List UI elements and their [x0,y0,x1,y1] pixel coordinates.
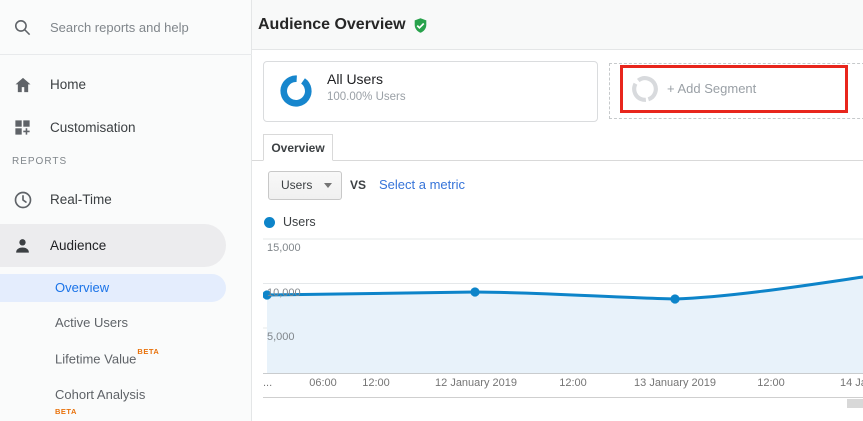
sidebar-item-customisation[interactable]: Customisation [0,107,252,149]
panel-divider [263,397,863,398]
sidebar: Search reports and help Home Customisati… [0,0,252,421]
sidebar-item-label: Active Users [55,315,128,330]
chevron-down-icon [324,183,332,188]
sidebar-item-label: Customisation [50,107,136,149]
search-input[interactable]: Search reports and help [0,0,252,55]
data-point-marker [670,294,679,303]
legend-label: Users [283,215,316,229]
tab-overview[interactable]: Overview [263,134,333,161]
clock-icon [13,190,33,210]
sidebar-item-cohort-analysis[interactable]: Cohort Analysis BETA [55,387,145,417]
home-icon [13,75,33,95]
sidebar-item-active-users[interactable]: Active Users [55,315,128,330]
sidebar-item-label: Cohort Analysis [55,387,145,402]
x-axis-label: ... [263,377,272,389]
page-title: Audience Overview [258,0,406,50]
y-axis-label: 15,000 [267,242,301,254]
chart-plot[interactable] [263,235,863,375]
customisation-icon [13,118,33,138]
analytics-app: Search reports and help Home Customisati… [0,0,863,421]
x-axis-label: 06:00 [309,377,337,389]
scrollbar-thumb[interactable] [847,399,863,408]
y-axis-label: 5,000 [267,331,295,343]
segment-donut-icon [279,74,313,113]
tab-divider [252,160,863,161]
x-axis-label: 13 January 2019 [634,377,716,389]
search-placeholder: Search reports and help [50,0,189,55]
search-icon [13,18,33,38]
legend-dot-users [264,217,275,228]
beta-badge: BETA [55,407,77,416]
x-axis-label: 12:00 [362,377,390,389]
y-axis-label: 10,000 [267,287,301,299]
segment-title: All Users [327,71,383,87]
segment-subtitle: 100.00% Users [327,91,406,103]
sidebar-item-label: Overview [55,274,109,302]
reports-section-label: REPORTS [12,156,67,167]
all-users-segment-card[interactable] [263,61,598,122]
vs-label: vs [350,178,366,192]
sidebar-item-home[interactable]: Home [0,64,252,106]
select-a-metric-link[interactable]: Select a metric [379,177,465,192]
sidebar-item-overview[interactable]: Overview [0,274,226,302]
x-axis-label: 12:00 [757,377,785,389]
x-axis-label: 12 January 2019 [435,377,517,389]
beta-badge: BETA [137,347,159,356]
metric-dropdown-value: Users [281,172,312,199]
annotation-highlight-box [620,65,848,113]
sidebar-item-real-time[interactable]: Real-Time [0,179,252,221]
x-axis-label: 12:00 [559,377,587,389]
sidebar-item-label: Real-Time [50,179,112,221]
sidebar-item-lifetime-value[interactable]: Lifetime ValueBETA [55,351,159,366]
person-icon [13,236,33,256]
sidebar-item-label: Home [50,64,86,106]
x-axis-label: 14 Jan [840,377,863,389]
data-point-marker [470,287,479,296]
sidebar-item-label: Lifetime Value [55,351,136,366]
sidebar-item-label: Audience [50,224,106,267]
metric-dropdown[interactable]: Users [268,171,342,200]
shield-check-icon [412,17,429,34]
sidebar-item-audience[interactable]: Audience [0,224,226,267]
